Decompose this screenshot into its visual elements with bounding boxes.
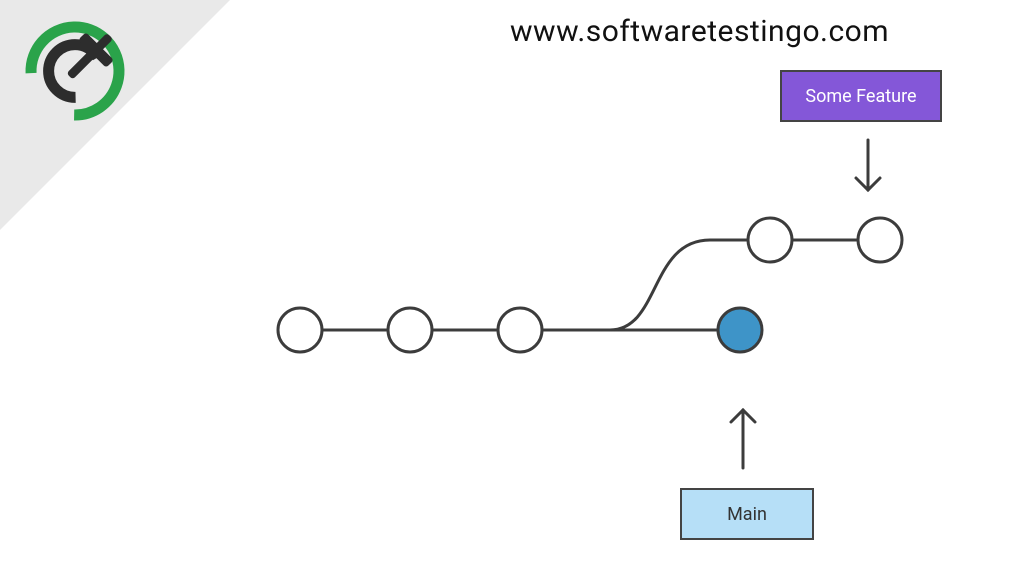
arrow-main-up-icon — [731, 410, 755, 468]
arrow-feature-down-icon — [856, 140, 880, 190]
commit-main-head — [718, 308, 762, 352]
commit-main-3 — [498, 308, 542, 352]
commit-feature-1 — [748, 218, 792, 262]
commit-main-2 — [388, 308, 432, 352]
git-branch-diagram — [0, 0, 1024, 576]
edge-branch-curve — [542, 240, 748, 330]
commit-main-1 — [278, 308, 322, 352]
commit-feature-2 — [858, 218, 902, 262]
